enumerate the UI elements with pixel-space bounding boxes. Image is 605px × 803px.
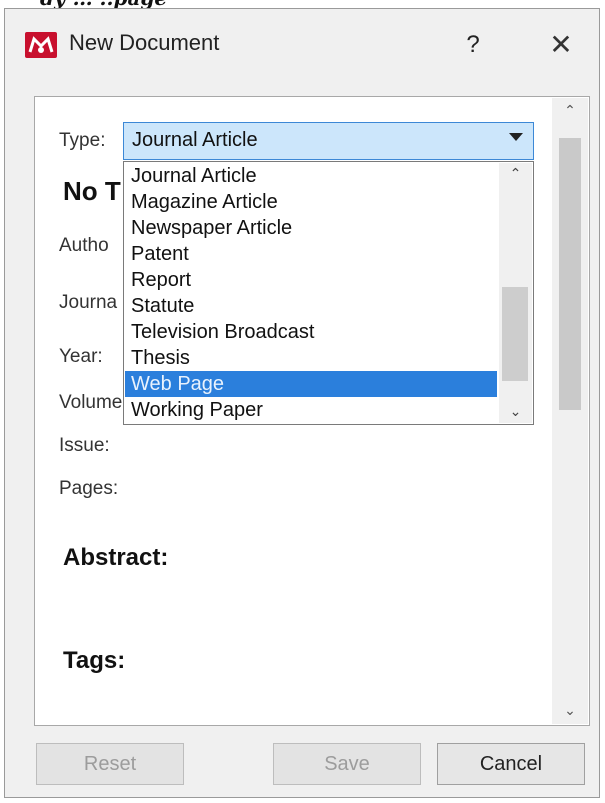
volume-label: Volume	[59, 392, 123, 413]
dropdown-scrollbar[interactable]: ⌃ ⌄	[499, 163, 532, 423]
dropdown-option-web-page[interactable]: Web Page	[125, 371, 497, 397]
dialog-title: New Document	[69, 30, 220, 55]
dropdown-option-statute[interactable]: Statute	[125, 293, 497, 319]
pages-label: Pages:	[59, 478, 119, 499]
document-details-panel: Type: No T Autho Journa Year: Volume Iss…	[34, 96, 590, 726]
close-button[interactable]: ✕	[541, 25, 581, 65]
reset-button[interactable]: Reset	[36, 743, 184, 785]
dropdown-option-journal-article[interactable]: Journal Article	[125, 163, 497, 189]
document-title[interactable]: No T	[63, 176, 121, 207]
dropdown-option-newspaper-article[interactable]: Newspaper Article	[125, 215, 497, 241]
dropdown-option-working-paper[interactable]: Working Paper	[125, 397, 497, 423]
year-label: Year:	[59, 346, 103, 367]
journal-label: Journa	[59, 292, 118, 313]
type-select-value: Journal Article	[132, 129, 258, 151]
tags-heading: Tags:	[63, 647, 126, 674]
type-label: Type:	[59, 130, 106, 151]
cancel-button[interactable]: Cancel	[437, 743, 585, 785]
dropdown-option-television-broadcast[interactable]: Television Broadcast	[125, 319, 497, 345]
chevron-up-icon[interactable]: ⌃	[552, 98, 588, 124]
type-dropdown-list[interactable]: Journal Article Magazine Article Newspap…	[123, 161, 534, 425]
issue-label: Issue:	[59, 435, 110, 456]
dropdown-option-magazine-article[interactable]: Magazine Article	[125, 189, 497, 215]
cropped-caption: dy … ..page	[40, 0, 167, 10]
save-button[interactable]: Save	[273, 743, 421, 785]
abstract-heading: Abstract:	[63, 544, 169, 571]
dropdown-option-patent[interactable]: Patent	[125, 241, 497, 267]
panel-scroll-thumb[interactable]	[559, 138, 581, 410]
dropdown-option-thesis[interactable]: Thesis	[125, 345, 497, 371]
authors-label: Autho	[59, 235, 109, 256]
type-select[interactable]: Journal Article	[123, 122, 534, 160]
chevron-down-icon[interactable]: ⌄	[552, 698, 588, 724]
chevron-up-icon[interactable]: ⌃	[499, 163, 532, 185]
panel-scrollbar[interactable]: ⌃ ⌄	[552, 98, 588, 724]
title-bar: New Document ? ✕	[5, 9, 599, 71]
mendeley-logo-icon	[25, 32, 57, 58]
help-button[interactable]: ?	[453, 25, 493, 65]
dropdown-scroll-thumb[interactable]	[502, 287, 528, 381]
new-document-dialog: New Document ? ✕ Type: No T Autho Journa…	[4, 8, 600, 798]
dropdown-option-report[interactable]: Report	[125, 267, 497, 293]
chevron-down-icon	[509, 133, 523, 141]
chevron-down-icon[interactable]: ⌄	[499, 401, 532, 423]
